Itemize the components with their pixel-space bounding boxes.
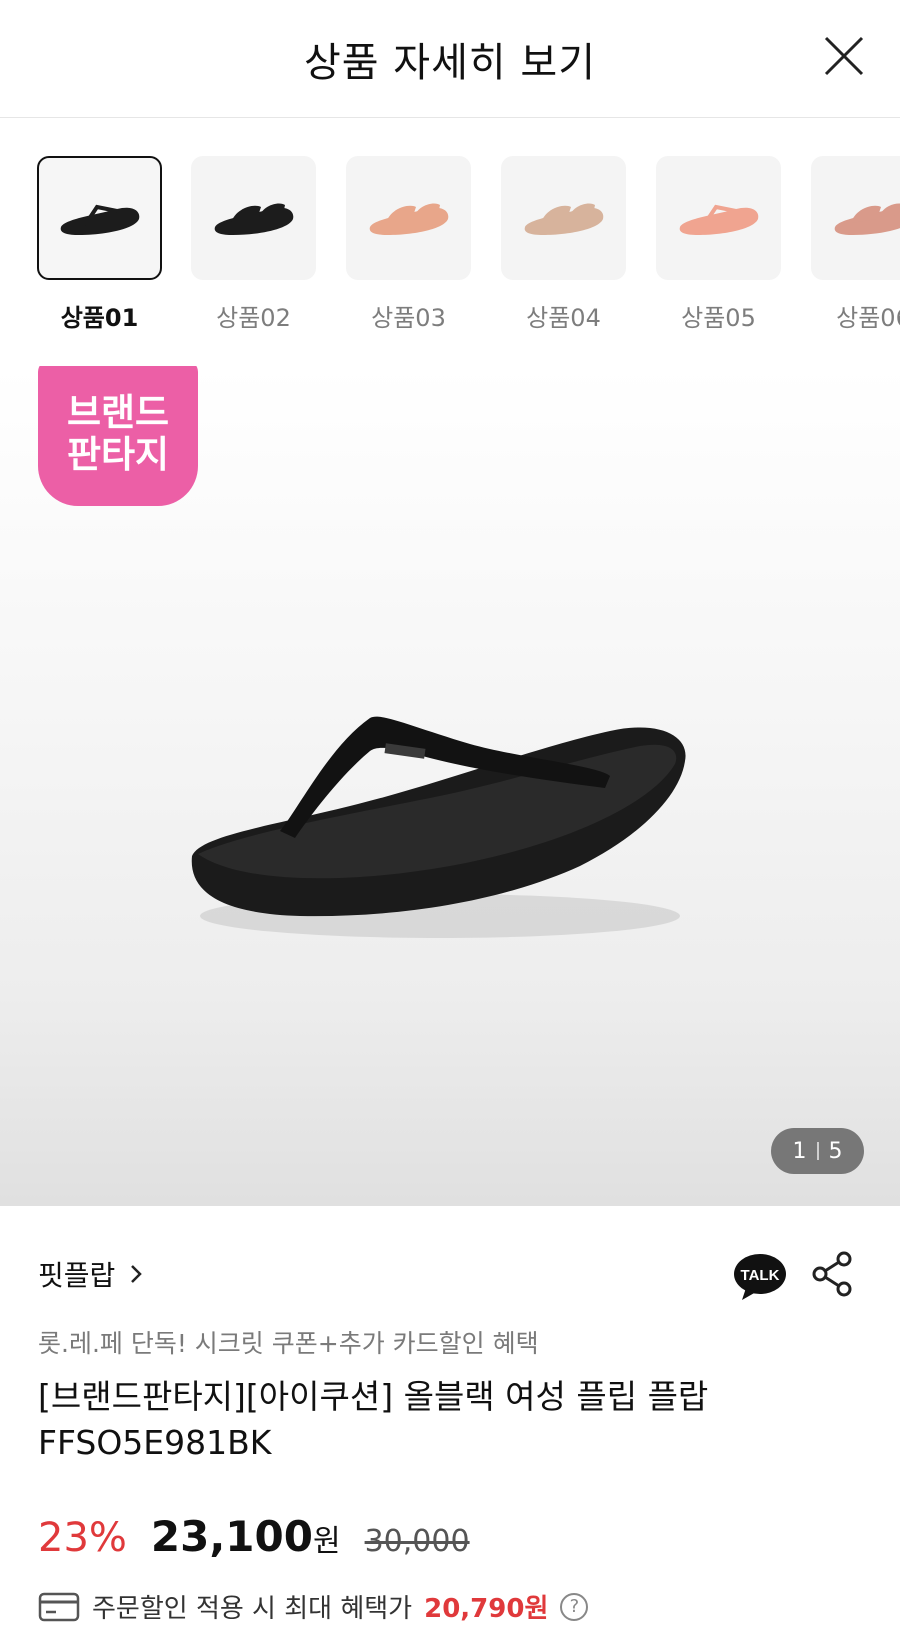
thumbnail-item[interactable]: 상품04 bbox=[501, 156, 626, 333]
product-image-carousel[interactable]: 브랜드 판타지 1 5 bbox=[0, 366, 900, 1206]
product-title: [브랜드판타지][아이쿠션] 올블랙 여성 플립 플랍 FFSO5E981BK bbox=[38, 1377, 709, 1462]
flip-flop-thumbnail-icon bbox=[60, 204, 139, 235]
thumbnail-label: 상품02 bbox=[216, 304, 291, 332]
price-row: 23% 23,100 원 30,000 bbox=[38, 1512, 470, 1561]
thumbnail-label: 상품01 bbox=[60, 304, 139, 332]
sale-price: 23,100 bbox=[150, 1512, 313, 1561]
close-button[interactable] bbox=[822, 34, 866, 78]
thumbnail-image bbox=[811, 156, 900, 280]
benefit-price: 20,790원 bbox=[424, 1594, 549, 1624]
close-icon bbox=[824, 36, 864, 76]
thumbnail-image bbox=[37, 156, 162, 280]
flip-flop-thumbnail-icon bbox=[679, 204, 758, 235]
flip-flop-image bbox=[191, 716, 686, 938]
thumbnail-item[interactable]: 상품06 bbox=[811, 156, 900, 333]
thumbnail-image bbox=[501, 156, 626, 280]
sandal-thumbnail-icon bbox=[214, 203, 293, 235]
svg-text:TALK: TALK bbox=[741, 1267, 780, 1284]
thumbnail-label: 상품06 bbox=[836, 304, 900, 332]
card-icon bbox=[38, 1592, 80, 1621]
thumbnail-item[interactable]: 상품02 bbox=[191, 156, 316, 333]
thumbnail-image bbox=[191, 156, 316, 280]
badge-line: 브랜드 bbox=[66, 390, 170, 434]
share-button[interactable] bbox=[810, 1250, 854, 1298]
kakao-talk-button[interactable]: TALK bbox=[732, 1252, 788, 1302]
help-icon[interactable]: ? bbox=[560, 1592, 589, 1621]
sandal-thumbnail-icon bbox=[834, 203, 900, 235]
discount-rate: 23% bbox=[38, 1515, 127, 1561]
thumbnail-image bbox=[346, 156, 471, 280]
share-icon bbox=[812, 1251, 852, 1297]
badge-line: 판타지 bbox=[66, 432, 170, 476]
benefit-text: 주문할인 적용 시 최대 혜택가 bbox=[92, 1594, 413, 1624]
promo-text: 롯.레.페 단독! 시크릿 쿠폰+추가 카드할인 혜택 bbox=[38, 1329, 539, 1358]
sandal-thumbnail-icon bbox=[369, 203, 448, 235]
thumbnail-item[interactable]: 상품03 bbox=[346, 156, 471, 333]
thumbnail-strip[interactable]: 상품01 상품02 상품03 상품04 상품05 상품06 bbox=[0, 118, 900, 366]
product-info: 핏플랍 TALK 롯.레.페 단독! 시크릿 쿠폰+추가 카드할인 혜택 [브랜… bbox=[0, 1206, 900, 1626]
image-pager: 1 5 bbox=[771, 1128, 864, 1174]
kakao-talk-icon: TALK bbox=[734, 1254, 786, 1300]
brand-link[interactable]: 핏플랍 bbox=[38, 1254, 143, 1294]
brand-name: 핏플랍 bbox=[38, 1259, 116, 1292]
thumbnail-item[interactable]: 상품05 bbox=[656, 156, 781, 333]
pager-divider bbox=[816, 1142, 819, 1160]
pager-current: 1 bbox=[792, 1138, 807, 1164]
thumbnail-image bbox=[656, 156, 781, 280]
pager-total: 5 bbox=[828, 1138, 843, 1164]
chevron-right-icon bbox=[131, 1265, 143, 1283]
thumbnail-label: 상품04 bbox=[526, 304, 601, 332]
page-title: 상품 자세히 보기 bbox=[303, 40, 597, 86]
brand-fantasy-badge: 브랜드 판타지 bbox=[38, 366, 198, 506]
max-benefit-row: 주문할인 적용 시 최대 혜택가 20,790원 ? bbox=[38, 1588, 589, 1625]
original-price: 30,000 bbox=[364, 1524, 470, 1559]
header: 상품 자세히 보기 bbox=[0, 0, 900, 118]
thumbnail-label: 상품05 bbox=[681, 304, 756, 332]
currency-unit: 원 bbox=[312, 1524, 341, 1559]
sandal-thumbnail-icon bbox=[524, 203, 603, 235]
thumbnail-item[interactable]: 상품01 bbox=[37, 156, 162, 333]
thumbnail-label: 상품03 bbox=[371, 304, 446, 332]
